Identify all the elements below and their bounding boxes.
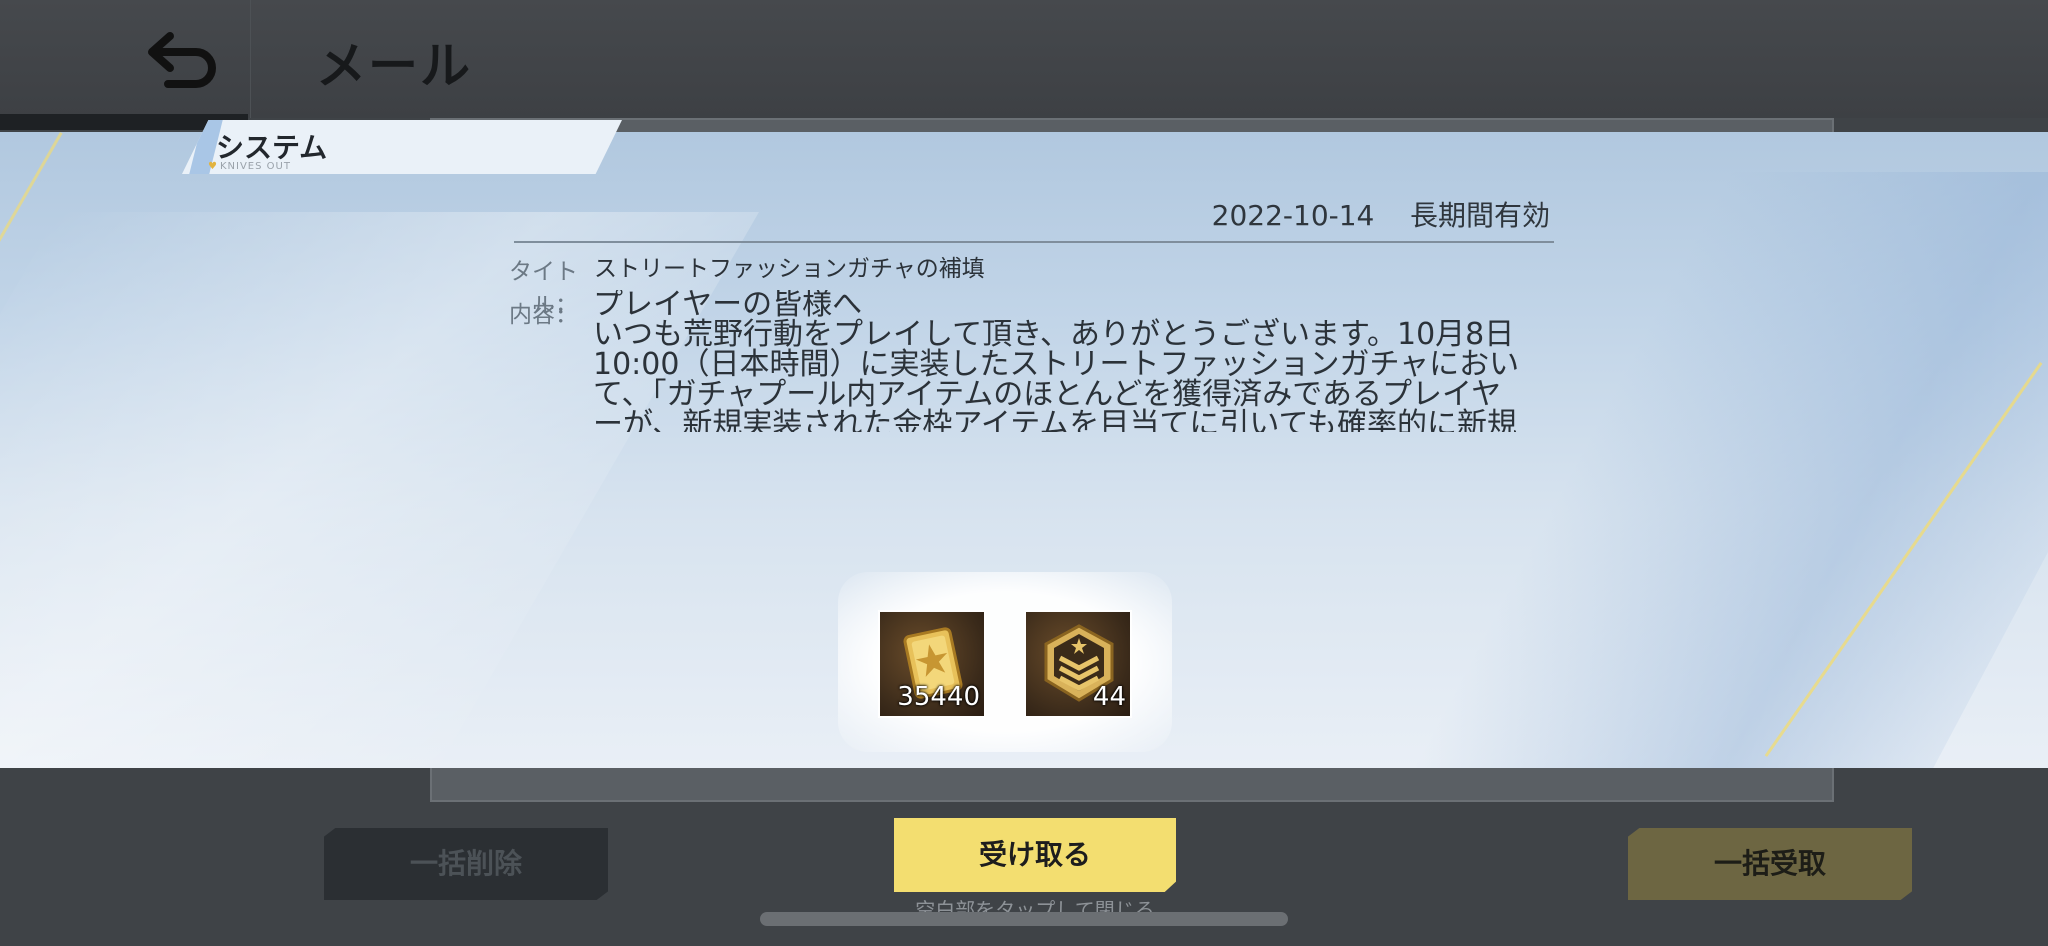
home-indicator[interactable] [760, 912, 1288, 926]
decor-sheen [1389, 172, 2048, 768]
content-label: 内容： [509, 302, 578, 328]
body-line: て、「ガチャプール内アイテムのほとんどを獲得済みであるプレイヤ [593, 377, 1502, 412]
category-subtitle-text: KNIVES OUT [219, 161, 291, 172]
back-arrow-icon [148, 32, 216, 88]
reward-quantity: 44 [1092, 682, 1126, 712]
category-title: システム [216, 131, 328, 164]
mail-date: 2022-10-14 [1211, 199, 1375, 232]
heart-icon: ♥ [208, 161, 218, 172]
divider [514, 241, 1554, 243]
topbar-divider [250, 0, 251, 118]
mail-date-line: 2022-10-14 長期間有効 [1212, 194, 1550, 234]
top-bar: メール [0, 0, 2048, 118]
receive-all-button[interactable]: 一括受取 [1628, 828, 1912, 900]
body-line: ーが、新規実装された金枠アイテムを目当てに引いても確率的に新規 [593, 407, 1517, 433]
page-title: メール [316, 37, 472, 95]
delete-all-button[interactable]: 一括削除 [324, 828, 608, 900]
receive-button[interactable]: 受け取る [894, 818, 1176, 892]
body-line: いつも荒野行動をプレイして頂き、ありがとうございます。10月8日 [593, 317, 1515, 352]
body-line: プレイヤーの皆様へ [593, 290, 863, 322]
mail-subject: ストリートファッションガチャの補填 [594, 256, 985, 282]
body-line: 10:00（日本時間）に実装したストリートファッションガチャにおい [593, 347, 1520, 382]
reward-item-voucher[interactable]: 35440 [878, 610, 986, 718]
mail-validity: 長期間有効 [1409, 199, 1550, 232]
category-subtitle: ♥ KNIVES OUT [208, 161, 291, 172]
reward-item-badge[interactable]: 44 [1024, 610, 1132, 718]
back-button[interactable] [128, 22, 228, 92]
reward-quantity: 35440 [897, 682, 980, 712]
mail-body[interactable]: プレイヤーの皆様へ いつも荒野行動をプレイして頂き、ありがとうございます。10月… [593, 290, 1543, 432]
